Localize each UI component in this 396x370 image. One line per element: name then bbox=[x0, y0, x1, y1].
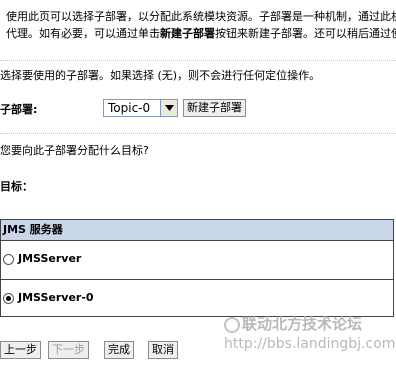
watermark-url: http://bbs.landingbj.com bbox=[224, 336, 396, 352]
new-subdeployment-button[interactable]: 新建子部署 bbox=[183, 99, 246, 117]
divider bbox=[0, 60, 396, 61]
row-label: JMSServer-0 bbox=[18, 291, 94, 304]
chevron-down-icon[interactable] bbox=[160, 100, 177, 116]
jmsserver-radio[interactable] bbox=[3, 254, 14, 265]
jmsserver-0-radio[interactable] bbox=[3, 293, 14, 304]
subdeployment-label: 子部署: bbox=[0, 103, 38, 116]
next-button[interactable]: 下一步 bbox=[48, 341, 89, 359]
table-header: JMS 服务器 bbox=[1, 220, 393, 241]
intro-new-subdeployment-emphasis: 新建子部署 bbox=[160, 27, 215, 40]
subdeployment-select[interactable]: Topic-0 bbox=[103, 99, 178, 117]
intro-text: 使用此页可以选择子部署，以分配此系统模块资源。子部署是一种机制，通过此机制 代理… bbox=[6, 8, 396, 42]
back-button[interactable]: 上一步 bbox=[0, 341, 41, 359]
divider bbox=[0, 133, 396, 134]
watermark-logo-icon bbox=[224, 316, 240, 333]
subdeployment-description: 选择要使用的子部署。如果选择 (无)，则不会进行任何定位操作。 bbox=[0, 69, 321, 82]
intro-line-1: 使用此页可以选择子部署，以分配此系统模块资源。子部署是一种机制，通过此机制 bbox=[6, 10, 396, 23]
watermark-text: 联动北方技术论坛 bbox=[242, 315, 363, 333]
intro-line-2-start: 代理。如有必要，可以通过单击 bbox=[6, 27, 160, 40]
target-question: 您要向此子部署分配什么目标? bbox=[0, 144, 149, 157]
row-label: JMSServer bbox=[18, 252, 82, 265]
subdeployment-selected-value: Topic-0 bbox=[108, 101, 151, 115]
watermark: 联动北方技术论坛 http://bbs.landingbj.com bbox=[224, 314, 395, 354]
cancel-button[interactable]: 取消 bbox=[148, 341, 178, 359]
targets-label: 目标： bbox=[0, 180, 33, 193]
jms-server-table: JMS 服务器 JMSServer JMSServer-0 bbox=[0, 219, 394, 317]
intro-line-2: 代理。如有必要，可以通过单击新建子部署按钮来新建子部署。还可以稍后通过使 bbox=[6, 25, 396, 42]
intro-line-2-end: 按钮来新建子部署。还可以稍后通过使 bbox=[215, 27, 396, 40]
table-row[interactable]: JMSServer bbox=[1, 241, 393, 279]
finish-button[interactable]: 完成 bbox=[104, 341, 134, 359]
table-row[interactable]: JMSServer-0 bbox=[1, 279, 393, 318]
